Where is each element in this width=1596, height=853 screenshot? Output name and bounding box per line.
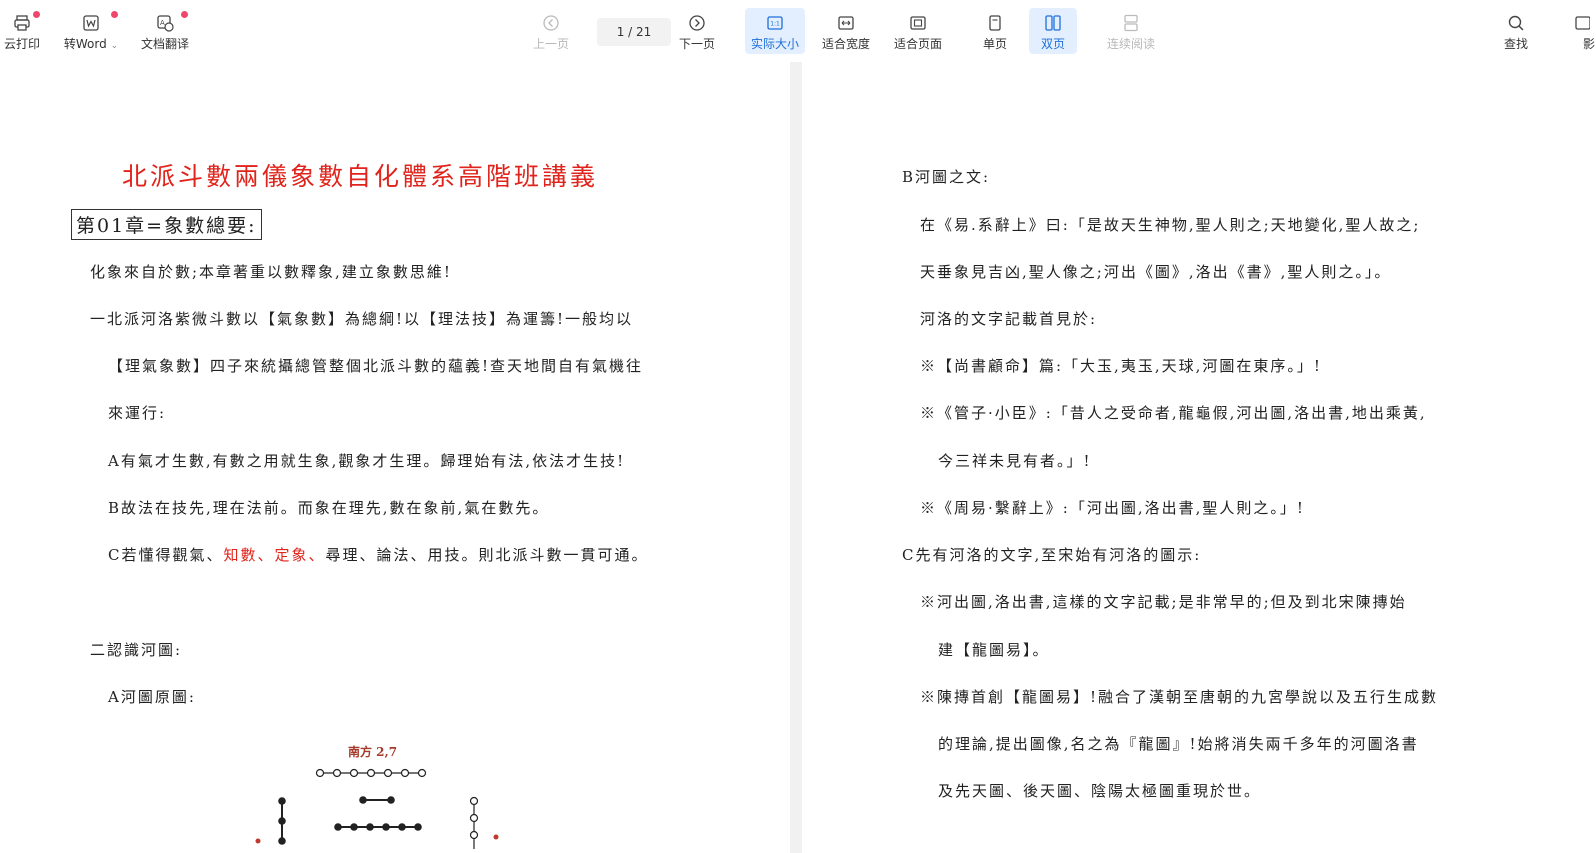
- body-line: A有氣才生數,有數之用就生象,觀象才生理。歸理始有法,依法才生技!: [108, 452, 626, 470]
- next-page-label: 下一页: [678, 37, 715, 51]
- hetu-diagram: 南方 2,7: [250, 737, 510, 853]
- actual-size-label: 实际大小: [750, 37, 799, 51]
- single-page-button[interactable]: 单页: [974, 8, 1016, 54]
- continuous-read-button[interactable]: 连续阅读: [1102, 8, 1160, 54]
- arrow-left-circle-icon: [543, 15, 559, 31]
- body-line: 來運行:: [108, 404, 167, 422]
- body-line-c: C若懂得觀氣、知數、定象、尋理、論法、用技。則北派斗數一貫可通。: [108, 544, 649, 565]
- find-label: 查找: [1503, 37, 1528, 51]
- body-line: 天垂象見吉凶,聖人像之;河出《圖》,洛出《書》,聖人則之。」。: [920, 263, 1392, 281]
- line-c-prefix: C若懂得觀氣、: [108, 546, 224, 564]
- prev-page-label: 上一页: [532, 37, 569, 51]
- continuous-read-icon: [1124, 14, 1138, 32]
- page-number-input[interactable]: 1 / 21: [597, 18, 671, 46]
- body-line: ※陳摶首創【龍圖易】!融合了漢朝至唐朝的九宮學說以及五行生成數: [920, 688, 1439, 706]
- body-line: 在《易.系辭上》曰:「是故天生神物,聖人則之;天地變化,聖人故之;: [920, 216, 1421, 234]
- body-line: 建【龍圖易】。: [938, 641, 1050, 659]
- body-line: 【理氣象數】四子來統攝總管整個北派斗數的蘊義!查天地間自有氣機往: [108, 357, 644, 375]
- fit-page-icon: [910, 16, 926, 30]
- document-title: 北派斗數兩儀象數自化體系高階班講義: [122, 162, 599, 191]
- body-line: 今三祥未見有者。」!: [938, 452, 1092, 470]
- body-line: B河圖之文:: [902, 168, 991, 186]
- fit-width-label: 适合宽度: [821, 37, 870, 51]
- doc-translate-label: 文档翻译: [140, 37, 189, 51]
- actual-size-icon: 1:1: [767, 16, 783, 30]
- body-line: ※【尚書顧命】篇:「大玉,夷玉,天球,河圖在東序。」!: [920, 357, 1322, 375]
- printer-icon: [14, 15, 30, 31]
- single-page-label: 单页: [982, 37, 1007, 51]
- svg-text:1:1: 1:1: [770, 21, 780, 28]
- cut-off-button[interactable]: 影: [1572, 8, 1596, 54]
- chapter-heading: 第01章=象數總要:: [71, 209, 262, 240]
- find-button[interactable]: 查找: [1497, 8, 1535, 54]
- subsection-heading: A河圖原圖:: [108, 688, 196, 706]
- to-word-badge: [111, 11, 118, 18]
- word-icon: [83, 15, 99, 31]
- fit-page-label: 适合页面: [893, 37, 942, 51]
- translate-icon: A: [157, 15, 174, 32]
- left-document-page: 北派斗數兩儀象數自化體系高階班講義 第01章=象數總要: 化象來自於數;本章著重…: [0, 62, 790, 853]
- body-line: C先有河洛的文字,至宋始有河洛的圖示:: [902, 546, 1202, 564]
- double-page-icon: [1045, 15, 1061, 31]
- hetu-dots-graphic: [255, 768, 499, 849]
- fit-width-icon: [838, 16, 854, 30]
- right-document-page: B河圖之文: 在《易.系辭上》曰:「是故天生神物,聖人則之;天地變化,聖人故之;…: [802, 62, 1596, 853]
- section-heading: 二認識河圖:: [90, 641, 183, 659]
- double-page-label: 双页: [1040, 37, 1065, 51]
- body-line: 一北派河洛紫微斗數以【氣象數】為總綱!以【理法技】為運籌!一般均以: [90, 310, 634, 328]
- double-page-button[interactable]: 双页: [1029, 8, 1077, 54]
- fit-width-button[interactable]: 适合宽度: [816, 8, 876, 54]
- to-word-label: 转Word: [63, 37, 107, 51]
- arrow-right-circle-icon: [689, 15, 705, 31]
- body-line: 的理論,提出圖像,名之為『龍圖』!始將消失兩千多年的河圖洛書: [938, 735, 1419, 753]
- search-icon: [1508, 15, 1524, 31]
- body-line: 及先天圖、後天圖、陰陽太極圖重現於世。: [938, 782, 1262, 800]
- cloud-print-badge: [33, 11, 40, 18]
- body-line: ※《周易·繫辭上》:「河出圖,洛出書,聖人則之。」!: [920, 499, 1305, 517]
- continuous-read-label: 连续阅读: [1106, 37, 1155, 51]
- partial-icon: [1575, 16, 1590, 30]
- single-page-icon: [989, 15, 1001, 31]
- body-line: ※《管子·小臣》:「昔人之受命者,龍龜假,河出圖,洛出書,地出乘黃,: [920, 404, 1427, 422]
- body-line: ※河出圖,洛出書,這樣的文字記載;是非常早的;但及到北宋陳摶始: [920, 593, 1407, 611]
- next-page-button[interactable]: 下一页: [676, 8, 718, 54]
- body-line: 化象來自於數;本章著重以數釋象,建立象數思維!: [90, 263, 452, 281]
- body-line: 河洛的文字記載首見於:: [920, 310, 1098, 328]
- actual-size-button[interactable]: 1:1 实际大小: [745, 8, 805, 54]
- line-c-highlight: 知數、定象、: [223, 546, 326, 564]
- body-line: B故法在技先,理在法前。而象在理先,數在象前,氣在數先。: [108, 499, 550, 517]
- cut-off-label: 影: [1583, 37, 1596, 51]
- toolbar: 云打印 转Word ⌄ A 文档翻译 上一页 1 / 21 下一页 1:1 实际…: [0, 0, 1596, 62]
- cloud-print-label: 云打印: [3, 37, 40, 51]
- svg-text:A: A: [160, 19, 165, 27]
- chevron-down-icon: ⌄: [110, 41, 119, 51]
- doc-translate-badge: [181, 11, 188, 18]
- line-c-suffix: 尋理、論法、用技。則北派斗數一貫可通。: [325, 546, 649, 564]
- fit-page-button[interactable]: 适合页面: [888, 8, 948, 54]
- prev-page-button[interactable]: 上一页: [530, 8, 572, 54]
